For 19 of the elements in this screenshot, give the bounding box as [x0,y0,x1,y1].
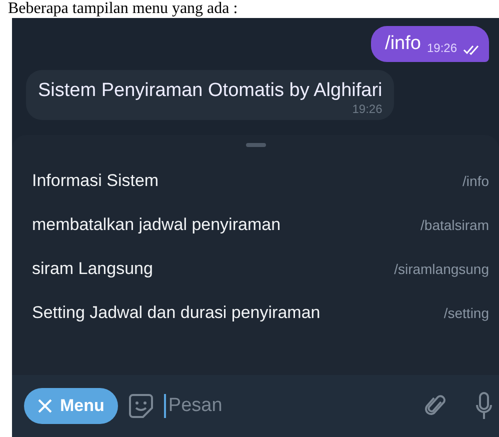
message-text: Sistem Penyiraman Otomatis by Alghifari [38,80,382,102]
command-name[interactable]: /info [462,173,489,189]
command-description[interactable]: Informasi Sistem [32,171,159,191]
menu-button[interactable]: Menu [24,388,118,424]
command-name[interactable]: /batalsiram [420,217,489,233]
message-time: 19:26 [426,41,457,55]
message-input[interactable]: Pesan [164,394,416,418]
message-text: /info [385,33,421,55]
drag-handle[interactable] [246,143,266,147]
command-description[interactable]: siram Langsung [32,259,153,279]
command-name[interactable]: /setting [444,305,489,321]
message-time: 19:26 [352,102,382,116]
command-name[interactable]: /siramlangsung [394,261,489,277]
command-description[interactable]: Setting Jadwal dan durasi penyiraman [32,303,320,323]
command-description[interactable]: membatalkan jadwal penyiraman [32,215,281,235]
microphone-icon[interactable] [475,392,494,420]
caption-text: Beberapa tampilan menu yang ada : [8,0,238,18]
sticker-icon[interactable] [128,393,154,419]
close-icon [38,399,52,413]
